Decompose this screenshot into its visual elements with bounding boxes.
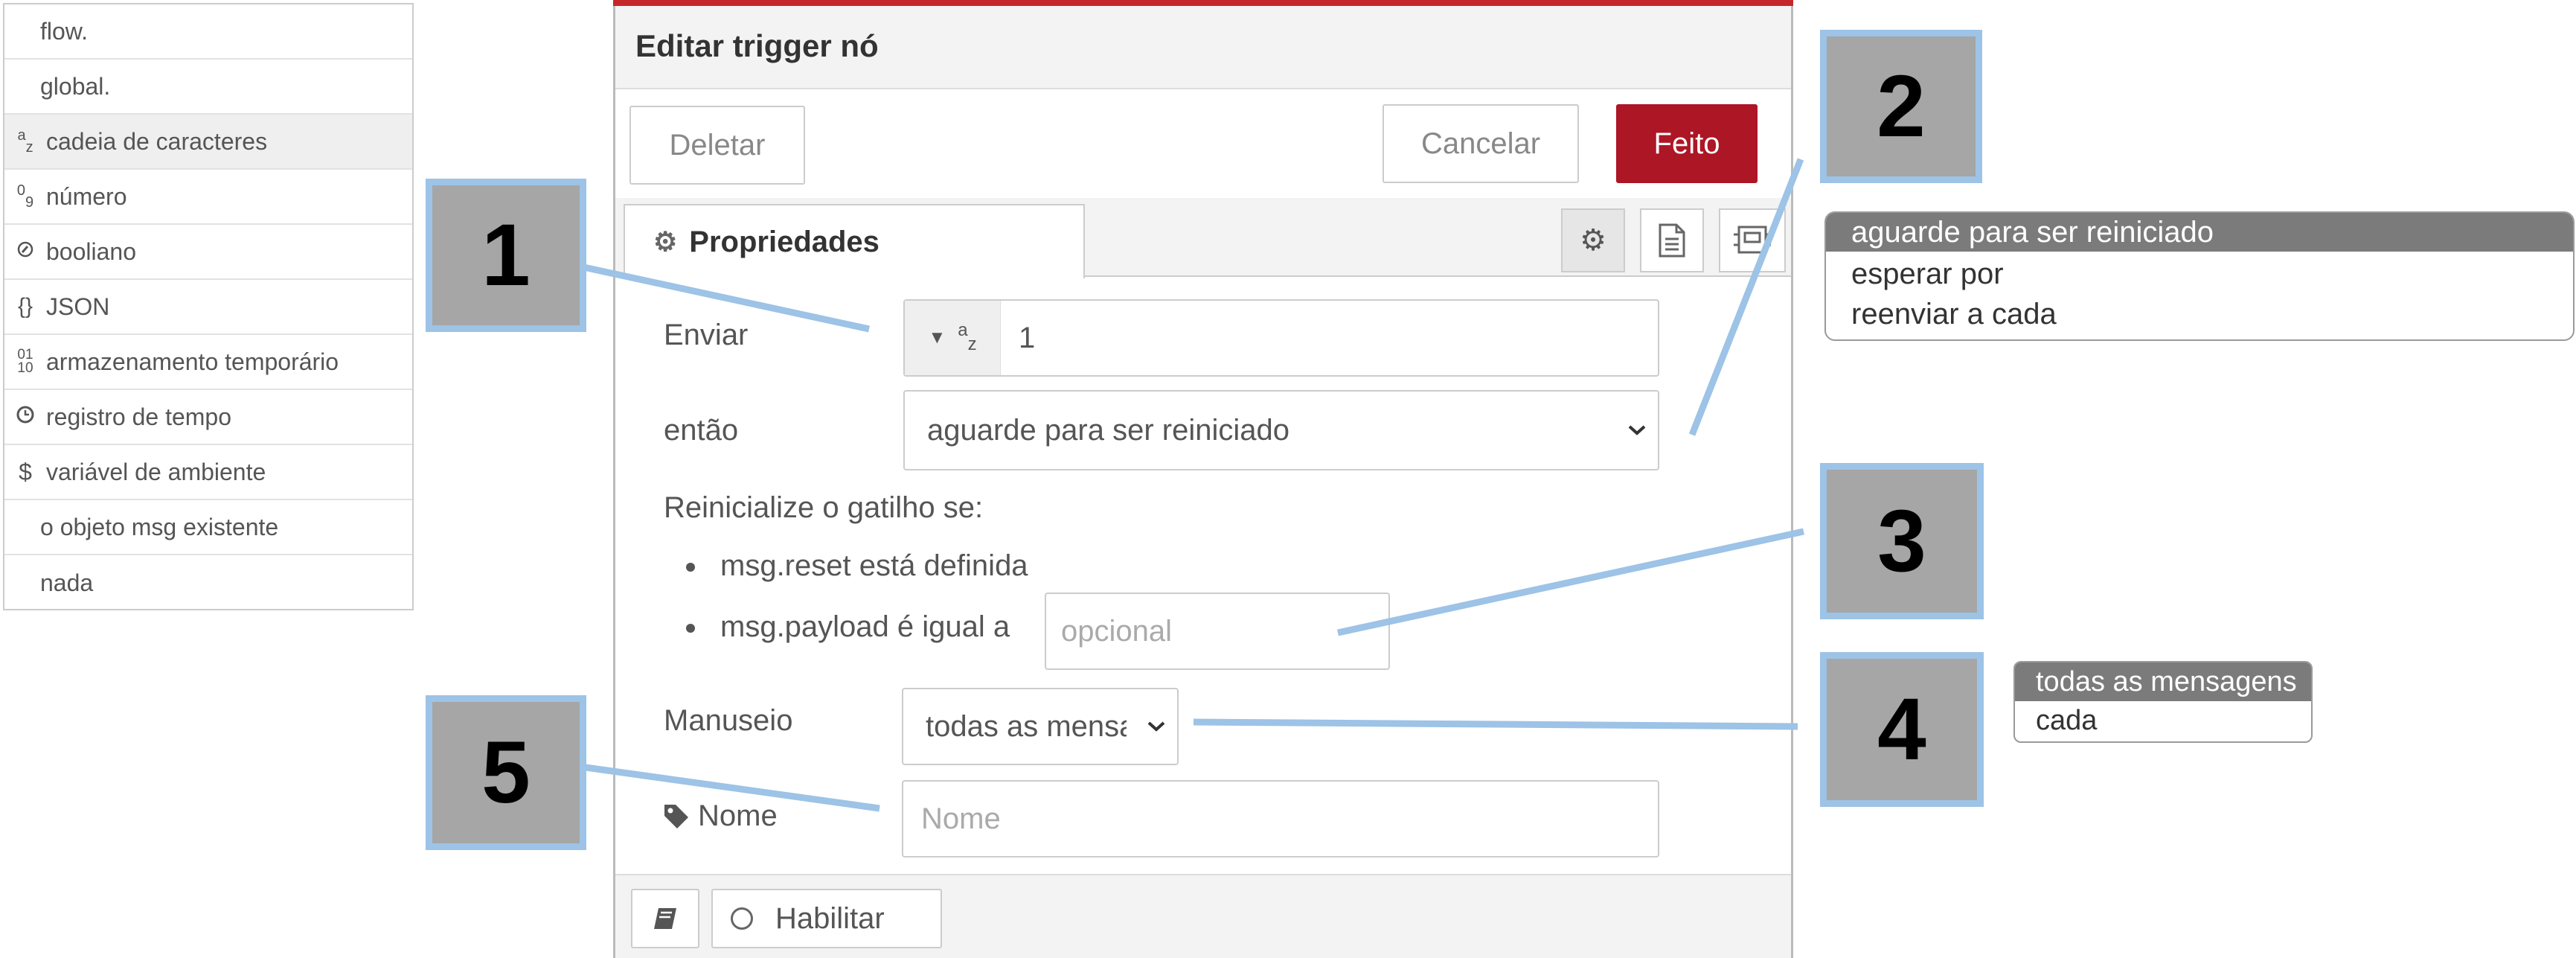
- handling-option[interactable]: cada: [2015, 701, 2311, 740]
- gear-icon: ⚙: [1580, 224, 1606, 257]
- type-option-number[interactable]: 09 número: [4, 170, 412, 225]
- name-input[interactable]: Nome: [902, 780, 1659, 858]
- type-option-timestamp[interactable]: registro de tempo: [4, 390, 412, 445]
- payload-placeholder: opcional: [1061, 614, 1173, 648]
- cancel-button[interactable]: Cancelar: [1382, 104, 1579, 183]
- handling-label: Manuseio: [664, 704, 793, 737]
- type-option-nothing[interactable]: nada: [4, 555, 412, 610]
- tag-icon: [664, 805, 688, 828]
- reset-condition-1: msg.reset está definida: [720, 549, 1028, 582]
- enable-toggle-button[interactable]: Habilitar: [711, 889, 942, 948]
- type-option-label: nada: [40, 569, 94, 596]
- appearance-icon: [1734, 226, 1771, 254]
- name-placeholder: Nome: [921, 802, 1001, 835]
- description-tab[interactable]: [1640, 208, 1704, 272]
- json-braces-icon: {}: [17, 294, 33, 319]
- book-icon: [654, 908, 676, 929]
- bullet: [686, 624, 695, 633]
- type-option-json[interactable]: {} JSON: [4, 280, 412, 335]
- type-option-label: global.: [40, 72, 111, 100]
- string-type-icon: az: [958, 320, 977, 355]
- tab-properties-label: Propriedades: [689, 225, 880, 258]
- then-option[interactable]: esperar por: [1826, 255, 2573, 293]
- then-label: então: [664, 414, 739, 447]
- handling-options-dropdown: todas as mensagens cada: [2013, 661, 2313, 743]
- name-label: Nome: [698, 799, 778, 832]
- dialog-accent-bar: [613, 0, 1793, 6]
- type-option-msg[interactable]: o objeto msg existente: [4, 500, 412, 555]
- type-option-label: número: [46, 182, 127, 210]
- circle-icon: [731, 907, 753, 930]
- callout-number-2: 2: [1820, 30, 1982, 183]
- type-option-label: variável de ambiente: [46, 458, 266, 485]
- chevron-down-icon: [1147, 721, 1165, 732]
- type-selector-menu: flow. global. az cadeia de caracteres 09…: [3, 3, 414, 610]
- appearance-tab[interactable]: [1719, 208, 1786, 272]
- type-option-buffer[interactable]: 01 10 armazenamento temporário: [4, 335, 412, 390]
- type-option-flow[interactable]: flow.: [4, 4, 412, 60]
- then-select-value: aguarde para ser reiniciado: [927, 413, 1289, 447]
- then-option[interactable]: aguarde para ser reiniciado: [1826, 213, 2573, 252]
- type-option-boolean[interactable]: booliano: [4, 225, 412, 280]
- callout-number-4: 4: [1820, 652, 1984, 807]
- type-option-label: registro de tempo: [46, 403, 232, 430]
- then-select[interactable]: aguarde para ser reiniciado: [903, 390, 1659, 470]
- send-value: 1: [1019, 321, 1036, 354]
- reset-heading: Reinicialize o gatilho se:: [664, 491, 984, 524]
- type-option-global[interactable]: global.: [4, 60, 412, 115]
- bullet: [686, 563, 695, 572]
- type-option-label: o objeto msg existente: [40, 513, 279, 540]
- number-type-icon: 09: [16, 182, 34, 211]
- callout-number-3: 3: [1820, 463, 1984, 619]
- type-option-label: armazenamento temporário: [46, 348, 339, 375]
- reset-condition-2: msg.payload é igual a: [720, 610, 1010, 643]
- chevron-down-icon: [1628, 425, 1646, 435]
- gear-icon: ⚙: [653, 226, 678, 257]
- caret-down-icon: ▼: [928, 328, 946, 348]
- send-typed-input[interactable]: ▼ az 1: [903, 299, 1659, 377]
- dollar-icon: $: [19, 458, 32, 485]
- delete-button[interactable]: Deletar: [629, 106, 805, 185]
- toggle-icon: [4, 240, 46, 264]
- clock-icon: [4, 405, 46, 429]
- type-option-label: cadeia de caracteres: [46, 127, 268, 155]
- payload-equals-input[interactable]: opcional: [1045, 593, 1390, 670]
- help-book-button[interactable]: [631, 889, 699, 948]
- then-option[interactable]: reenviar a cada: [1826, 295, 2573, 333]
- type-option-label: flow.: [40, 17, 89, 45]
- document-icon: [1659, 223, 1685, 258]
- type-option-env[interactable]: $ variável de ambiente: [4, 445, 412, 500]
- handling-select-value: todas as mensagens: [926, 709, 1127, 743]
- done-button[interactable]: Feito: [1616, 104, 1758, 183]
- callout-number-1: 1: [426, 179, 586, 332]
- type-option-string[interactable]: az cadeia de caracteres: [4, 115, 412, 170]
- send-type-selector[interactable]: ▼ az: [905, 301, 1001, 375]
- dialog-title: Editar trigger nó: [635, 28, 879, 63]
- then-options-dropdown: aguarde para ser reiniciado esperar por …: [1824, 211, 2575, 341]
- node-settings-tab[interactable]: ⚙: [1561, 208, 1625, 272]
- binary-buffer-icon: 01 10: [17, 347, 33, 376]
- type-option-label: JSON: [46, 293, 110, 320]
- type-option-label: booliano: [46, 237, 136, 265]
- callout-number-5: 5: [426, 695, 586, 850]
- enable-label: Habilitar: [775, 901, 885, 935]
- handling-option[interactable]: todas as mensagens: [2015, 662, 2311, 701]
- tab-properties[interactable]: ⚙ Propriedades: [624, 204, 1085, 278]
- send-label: Enviar: [664, 319, 749, 351]
- handling-select[interactable]: todas as mensagens: [902, 688, 1179, 765]
- string-type-icon: az: [17, 127, 33, 156]
